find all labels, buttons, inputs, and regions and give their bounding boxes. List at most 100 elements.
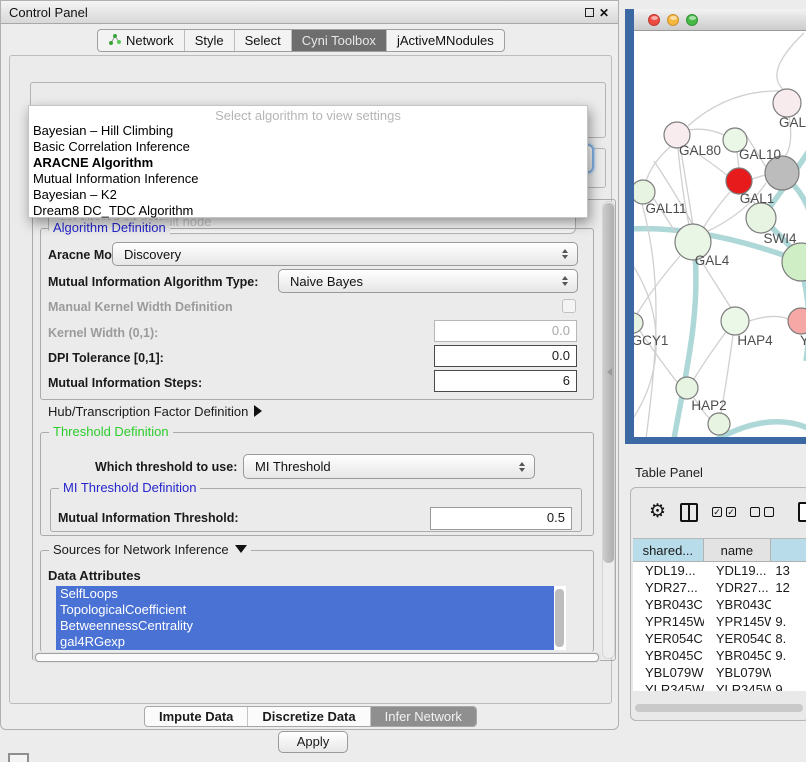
network-node[interactable] [676, 377, 698, 399]
manual-kernel-checkbox[interactable] [562, 299, 576, 313]
network-node[interactable] [788, 308, 806, 334]
network-node-label: HAP4 [737, 333, 773, 348]
minimize-traffic-light-icon[interactable] [667, 14, 679, 26]
tab-impute-data[interactable]: Impute Data [145, 707, 248, 726]
network-node-label: GAL11 [645, 201, 686, 216]
table-row[interactable]: YDL19...YDL19...13 [633, 562, 806, 579]
attributes-scrollbar-thumb[interactable] [555, 589, 564, 647]
network-node[interactable] [746, 203, 776, 233]
attribute-list-item[interactable]: SelfLoops [56, 586, 554, 602]
apply-button[interactable]: Apply [278, 731, 348, 753]
tab-style[interactable]: Style [185, 30, 235, 51]
table-row[interactable]: YDR27...YDR27...12 [633, 579, 806, 596]
column-header[interactable]: shared... [633, 539, 704, 561]
checked-boxes-icon[interactable]: ✓✓ [712, 507, 736, 517]
network-edge[interactable] [777, 33, 804, 91]
bottom-corner-partial-icon [8, 753, 29, 762]
split-columns-icon[interactable] [680, 503, 698, 522]
network-node[interactable] [708, 413, 730, 435]
network-edge[interactable] [688, 91, 784, 126]
mi-threshold-label: Mutual Information Threshold: [58, 511, 239, 525]
node-table: shared...name YDL19...YDL19...13YDR27...… [633, 538, 806, 691]
table-row[interactable]: YER054CYER054C8. [633, 630, 806, 647]
hub-definition-toggle[interactable]: Hub/Transcription Factor Definition [48, 404, 262, 419]
kernel-width-input[interactable]: 0.0 [434, 320, 577, 342]
tab-network-label: Network [126, 33, 174, 48]
dpi-tolerance-input[interactable]: 0.0 [434, 345, 577, 367]
gear-icon[interactable]: ⚙ [649, 502, 666, 522]
column-header[interactable]: name [704, 539, 771, 561]
table-horizontal-scrollbar[interactable] [635, 704, 803, 712]
network-icon [108, 33, 121, 49]
table-cell: YDR27... [704, 579, 772, 596]
table-row[interactable]: YBR045CYBR045C9. [633, 647, 806, 664]
table-row[interactable]: YBR043CYBR043C [633, 596, 806, 613]
algorithm-option[interactable]: Dream8 DC_TDC Algorithm [29, 203, 587, 219]
which-threshold-label: Which threshold to use: [95, 460, 237, 474]
network-node-label: Y [800, 333, 806, 348]
aracne-mode-select[interactable]: Discovery [112, 242, 578, 266]
network-edge[interactable] [689, 129, 724, 135]
attribute-list-item[interactable]: BetweennessCentrality [56, 618, 554, 634]
table-cell: 8. [771, 630, 806, 647]
tab-select[interactable]: Select [235, 30, 292, 51]
table-cell: YLR345W [633, 681, 704, 691]
tab-cyni-toolbox[interactable]: Cyni Toolbox [292, 30, 387, 51]
sources-group-title[interactable]: Sources for Network Inference [49, 542, 251, 557]
horizontal-scrollbar-thumb[interactable] [35, 653, 599, 662]
column-header[interactable] [771, 539, 806, 561]
table-row[interactable]: YPR145WYPR145W9. [633, 613, 806, 630]
network-node-label: GAL4 [695, 253, 730, 268]
close-traffic-light-icon[interactable] [648, 14, 660, 26]
table-header: shared...name [633, 538, 806, 562]
combo-arrows-icon [557, 276, 573, 286]
table-cell: YBR043C [633, 596, 704, 613]
algorithm-option[interactable]: Bayesian – Hill Climbing [29, 123, 587, 139]
mi-algorithm-type-select[interactable]: Naive Bayes [278, 269, 578, 293]
algorithm-option[interactable]: ARACNE Algorithm [29, 155, 587, 171]
tab-infer-network[interactable]: Infer Network [371, 707, 476, 726]
algorithm-option[interactable]: Mutual Information Inference [29, 171, 587, 187]
algorithm-dropdown-popup: Select algorithm to view settings Bayesi… [28, 105, 588, 218]
control-panel-title: Control Panel [9, 5, 88, 20]
algorithm-option[interactable]: Basic Correlation Inference [29, 139, 587, 155]
table-panel: ⚙ ✓✓ shared...name YDL19...YDL19...13YDR… [630, 487, 806, 721]
table-cell: 12 [771, 579, 806, 596]
table-cell: 13 [771, 562, 806, 579]
table-cell: YER054C [704, 630, 772, 647]
network-edge[interactable] [752, 175, 765, 179]
table-row[interactable]: YBL079WYBL079W [633, 664, 806, 681]
which-threshold-select[interactable]: MI Threshold [243, 454, 535, 479]
network-node[interactable] [721, 307, 749, 335]
table-cell: YDL19... [633, 562, 704, 579]
settings-scrollbar-thumb[interactable] [603, 203, 614, 563]
algorithm-option[interactable]: Bayesian – K2 [29, 187, 587, 203]
float-window-icon[interactable] [585, 7, 597, 19]
tab-discretize-data[interactable]: Discretize Data [248, 707, 370, 726]
network-node-label: GAL1 [740, 191, 775, 206]
mi-threshold-input[interactable]: 0.5 [430, 507, 572, 530]
zoom-traffic-light-icon[interactable] [686, 14, 698, 26]
network-node[interactable] [634, 313, 643, 333]
network-view-window: GALGAL80GAL10GAL1GAL11SWI4GAL4GCY1HAP4YH… [625, 9, 806, 444]
mi-steps-input[interactable]: 6 [434, 370, 577, 392]
unchecked-boxes-icon[interactable] [750, 507, 774, 517]
threshold-definition-title: Threshold Definition [49, 424, 173, 439]
combo-arrows-icon [514, 462, 530, 472]
network-edge[interactable] [694, 332, 726, 379]
network-node[interactable] [782, 243, 806, 281]
attribute-list-item[interactable]: gal4RGexp [56, 634, 554, 650]
table-toolbar: ⚙ ✓✓ [635, 498, 806, 526]
network-edge[interactable] [749, 316, 788, 321]
close-icon[interactable]: ✕ [599, 6, 611, 18]
attribute-list-item[interactable]: TopologicalCoefficient [56, 602, 554, 618]
network-canvas[interactable]: GALGAL80GAL10GAL1GAL11SWI4GAL4GCY1HAP4YH… [634, 31, 806, 437]
network-edge[interactable] [646, 147, 670, 181]
splitter-collapse-arrow-icon[interactable] [607, 368, 612, 376]
network-node[interactable] [773, 89, 801, 117]
tab-jactivemnodules[interactable]: jActiveMNodules [387, 30, 504, 51]
table-row[interactable]: YLR345WYLR345W9. [633, 681, 806, 691]
document-icon[interactable] [798, 502, 806, 522]
dpi-tolerance-label: DPI Tolerance [0,1]: [48, 351, 164, 365]
tab-network[interactable]: Network [98, 30, 185, 51]
